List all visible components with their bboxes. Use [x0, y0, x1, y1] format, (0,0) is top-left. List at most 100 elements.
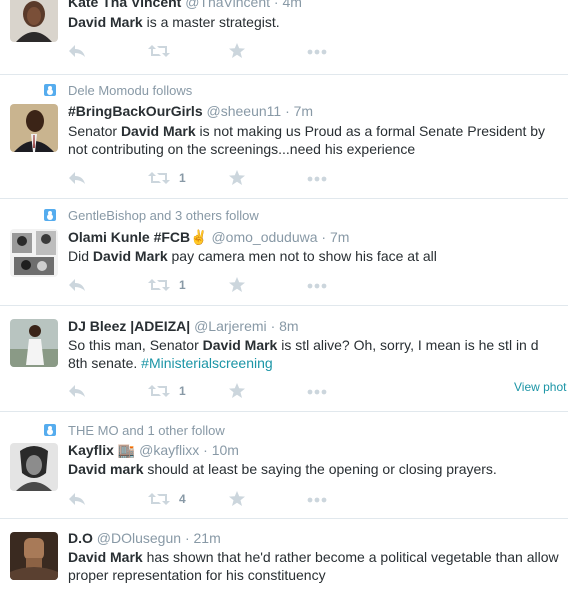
text-segment: is stl alive? Oh, sorry, I mean is he st…: [277, 337, 539, 353]
text-segment: has shown that he'd rather become a poli…: [142, 549, 559, 565]
retweet-icon[interactable]: [148, 491, 170, 507]
text-segment: Did: [68, 248, 93, 264]
user-handle[interactable]: @ThaVincent: [185, 0, 270, 10]
highlight: David mark: [68, 461, 144, 477]
tweet-header: Kayflix 🏬 @kayflixx · 10m: [68, 442, 239, 459]
retweet-icon[interactable]: [148, 383, 170, 399]
text-segment: pay camera men not to show his face at a…: [167, 248, 437, 264]
tweet-text: Did David Mark pay camera men not to sho…: [68, 247, 563, 265]
text-segment: not contributing on the screenings...nee…: [68, 141, 416, 157]
tweet-text: So this man, Senator David Mark is stl a…: [68, 336, 563, 372]
tweet-timestamp[interactable]: 4m: [282, 0, 301, 10]
tweet-item[interactable]: D.O @DOlusegun · 21m David Mark has show…: [0, 519, 568, 595]
more-icon[interactable]: [307, 170, 327, 186]
fullname-emoji: ✌: [190, 229, 208, 245]
retweet-count: 1: [179, 278, 186, 292]
user-fullname[interactable]: Kate Tha Vincent: [68, 0, 181, 10]
tweet-text: David Mark has shown that he'd rather be…: [68, 548, 563, 584]
highlight: David Mark: [68, 549, 143, 565]
retweet-icon[interactable]: [148, 43, 170, 59]
avatar[interactable]: [10, 532, 58, 580]
user-fullname[interactable]: #BringBackOurGirls: [68, 103, 203, 119]
more-icon[interactable]: [307, 491, 327, 507]
tweet-timestamp[interactable]: 7m: [294, 103, 313, 119]
tweet-timestamp[interactable]: 8m: [279, 318, 298, 334]
favorite-icon[interactable]: [229, 170, 245, 186]
tweet-header: Kate Tha Vincent @ThaVincent · 4m: [68, 0, 302, 10]
reply-icon[interactable]: [68, 277, 86, 293]
separator: ·: [184, 530, 190, 546]
reply-icon[interactable]: [68, 170, 86, 186]
avatar[interactable]: [10, 443, 58, 491]
text-segment: is not making us Proud as a formal Senat…: [195, 123, 546, 139]
retweet-count: 1: [179, 384, 186, 398]
avatar[interactable]: [10, 104, 58, 152]
user-fullname[interactable]: D.O: [68, 530, 93, 546]
avatar[interactable]: [10, 229, 58, 277]
more-icon[interactable]: [307, 43, 327, 59]
separator: ·: [273, 0, 279, 10]
tweet-item[interactable]: Dele Momodu follows #BringBackOurGirls @…: [0, 75, 568, 199]
separator: ·: [285, 103, 290, 119]
tweet-item[interactable]: DJ Bleez |ADEIZA| @Larjeremi · 8m So thi…: [0, 306, 568, 412]
user-fullname[interactable]: DJ Bleez |ADEIZA|: [68, 318, 190, 334]
hashtag-link[interactable]: #Ministerialscreening: [141, 355, 273, 371]
tweet-header: DJ Bleez |ADEIZA| @Larjeremi · 8m: [68, 318, 299, 334]
retweet-icon[interactable]: [148, 277, 170, 293]
reply-icon[interactable]: [68, 383, 86, 399]
follow-context: Dele Momodu follows: [68, 83, 193, 98]
user-fullname[interactable]: Kayflix: [68, 442, 114, 458]
favorite-icon[interactable]: [229, 277, 245, 293]
tweet-text: Senator David Mark is not making us Prou…: [68, 122, 563, 158]
tweet-item[interactable]: THE MO and 1 other follow Kayflix 🏬 @kay…: [0, 412, 568, 519]
follow-context-icon: [44, 209, 56, 221]
follow-context-icon: [44, 424, 56, 436]
tweet-item[interactable]: GentleBishop and 3 others follow Olami K…: [0, 199, 568, 306]
tweet-timestamp[interactable]: 21m: [194, 530, 221, 546]
tweet-timestamp[interactable]: 10m: [212, 442, 239, 458]
user-handle[interactable]: @kayflixx: [139, 442, 199, 458]
favorite-icon[interactable]: [229, 43, 245, 59]
reply-icon[interactable]: [68, 491, 86, 507]
retweet-count: 4: [179, 492, 186, 506]
highlight: David Mark: [92, 248, 168, 264]
highlight: David Mark: [68, 14, 143, 30]
user-fullname[interactable]: Olami Kunle #FCB: [68, 229, 190, 245]
more-icon[interactable]: [307, 277, 327, 293]
tweet-timestamp[interactable]: 7m: [330, 229, 349, 245]
tweet-item[interactable]: Kate Tha Vincent @ThaVincent · 4m David …: [0, 0, 568, 75]
text-segment: 8th senate.: [68, 355, 142, 371]
avatar[interactable]: [10, 0, 58, 42]
avatar[interactable]: [10, 319, 58, 367]
separator: ·: [203, 442, 208, 458]
tweet-header: #BringBackOurGirls @sheeun11 · 7m: [68, 103, 313, 119]
reply-icon[interactable]: [68, 43, 86, 59]
follow-context: GentleBishop and 3 others follow: [68, 208, 259, 223]
separator: ·: [321, 229, 327, 245]
user-handle[interactable]: @sheeun11: [207, 103, 282, 119]
highlight: David Mark: [202, 337, 278, 353]
more-icon[interactable]: [307, 383, 327, 399]
tweet-text: David mark should at least be saying the…: [68, 460, 563, 478]
highlight: David Mark: [120, 123, 196, 139]
fullname-emoji: 🏬: [117, 442, 136, 458]
tweet-header: Olami Kunle #FCB✌ @omo_oduduwa · 7m: [68, 229, 349, 246]
text-segment: Senator: [68, 123, 121, 139]
text-segment: is a master strategist.: [142, 14, 280, 30]
text-segment: So this man, Senator: [68, 337, 203, 353]
tweet-text: David Mark is a master strategist.: [68, 13, 563, 31]
user-handle[interactable]: @omo_oduduwa: [211, 229, 317, 245]
retweet-count: 1: [179, 171, 186, 185]
text-segment: should at least be saying the opening or…: [143, 461, 497, 477]
text-segment: proper representation for his constituen…: [68, 567, 326, 583]
tweet-header: D.O @DOlusegun · 21m: [68, 530, 221, 546]
user-handle[interactable]: @Larjeremi: [194, 318, 267, 334]
follow-context-icon: [44, 84, 56, 96]
retweet-icon[interactable]: [148, 170, 170, 186]
favorite-icon[interactable]: [229, 491, 245, 507]
view-photo-link[interactable]: View phot: [514, 380, 566, 394]
follow-context: THE MO and 1 other follow: [68, 423, 225, 438]
user-handle[interactable]: @DOlusegun: [97, 530, 181, 546]
favorite-icon[interactable]: [229, 383, 245, 399]
separator: ·: [270, 318, 276, 334]
